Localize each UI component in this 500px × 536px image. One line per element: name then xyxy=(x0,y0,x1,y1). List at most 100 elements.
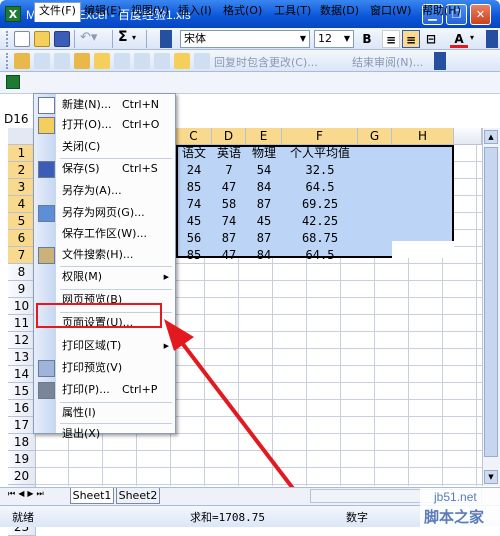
autosum-button[interactable]: Σ xyxy=(118,29,142,47)
sheet-nav-icon[interactable]: ⏮◀▶⏭ xyxy=(8,489,47,499)
column-header-e[interactable]: E xyxy=(246,128,282,145)
row-header-17[interactable]: 17 xyxy=(8,417,36,434)
chevron-down-icon[interactable]: ▼ xyxy=(297,31,309,47)
font-size-combo[interactable]: 12 ▼ xyxy=(314,30,354,48)
cell-d5[interactable]: 74 xyxy=(212,213,246,230)
cell-e4[interactable]: 87 xyxy=(246,196,282,213)
workbook-icon[interactable] xyxy=(6,75,20,89)
file-menu-item-2[interactable]: 打开(O)... Ctrl+O xyxy=(34,115,175,135)
cell-f6[interactable]: 68.75 xyxy=(282,230,358,247)
row-header-20[interactable]: 20 xyxy=(8,468,36,485)
menu-window[interactable]: 窗口(W) xyxy=(366,3,415,19)
column-header-g[interactable]: G xyxy=(358,128,392,145)
cell-d6[interactable]: 87 xyxy=(212,230,246,247)
column-header-f[interactable]: F xyxy=(282,128,358,145)
menu-data[interactable]: 数据(D) xyxy=(316,3,363,19)
menu-format[interactable]: 格式(O) xyxy=(219,3,266,19)
review-icon[interactable] xyxy=(114,53,130,69)
cell-c2[interactable]: 24 xyxy=(176,162,212,179)
chevron-down-icon[interactable]: ▼ xyxy=(341,31,353,47)
header-cell-chinese[interactable]: 语文 xyxy=(176,145,212,162)
cell-c5[interactable]: 45 xyxy=(176,213,212,230)
close-button[interactable]: ✕ xyxy=(470,4,491,25)
sheet-tab-2[interactable]: Sheet2 xyxy=(116,488,160,504)
align-center-icon[interactable]: ≡ xyxy=(402,30,420,48)
file-menu-item-7[interactable]: 保存工作区(W)... xyxy=(34,224,175,244)
cell-d3[interactable]: 47 xyxy=(212,179,246,196)
review-icon[interactable] xyxy=(154,53,170,69)
header-cell-average[interactable]: 个人平均值 xyxy=(282,145,358,162)
row-header-3[interactable]: 3 xyxy=(8,179,36,196)
end-review-button[interactable]: 结束审阅(N)... xyxy=(352,54,423,70)
row-header-18[interactable]: 18 xyxy=(8,434,36,451)
font-color-icon[interactable]: A xyxy=(450,30,468,48)
autosum-dropdown-icon[interactable]: ▾ xyxy=(132,33,136,42)
row-header-4[interactable]: 4 xyxy=(8,196,36,213)
row-header-8[interactable]: 8 xyxy=(8,264,36,281)
cell-f4[interactable]: 69.25 xyxy=(282,196,358,213)
toolbar-options-icon[interactable] xyxy=(434,52,446,70)
row-header-5[interactable]: 5 xyxy=(8,213,36,230)
row-header-16[interactable]: 16 xyxy=(8,400,36,417)
cell-d2[interactable]: 7 xyxy=(212,162,246,179)
file-menu-item-5[interactable]: 另存为(A)... xyxy=(34,181,175,201)
review-icon[interactable] xyxy=(94,53,110,69)
file-menu-item-3[interactable]: 关闭(C) xyxy=(34,137,175,157)
font-name-combo[interactable]: 宋体 ▼ xyxy=(180,30,310,48)
cell-e3[interactable]: 84 xyxy=(246,179,282,196)
menu-help[interactable]: 帮助(H) xyxy=(418,3,465,19)
file-menu-item-9[interactable]: 权限(M) ▶ xyxy=(34,267,175,287)
save-icon[interactable] xyxy=(54,31,70,47)
align-left-icon[interactable]: ≡ xyxy=(382,30,400,48)
sheet-tab-1[interactable]: Sheet1 xyxy=(70,488,114,504)
cell-f7[interactable]: 64.5 xyxy=(282,247,358,264)
undo-icon[interactable]: ↶▾ xyxy=(80,30,108,48)
cell-f5[interactable]: 42.25 xyxy=(282,213,358,230)
cell-e7[interactable]: 84 xyxy=(246,247,282,264)
review-icon[interactable] xyxy=(34,53,50,69)
bold-button[interactable]: B xyxy=(358,30,376,48)
row-header-14[interactable]: 14 xyxy=(8,366,36,383)
review-icon[interactable] xyxy=(174,53,190,69)
file-menu-item-6[interactable]: 另存为网页(G)... xyxy=(34,203,175,223)
row-header-9[interactable]: 9 xyxy=(8,281,36,298)
cell-c6[interactable]: 56 xyxy=(176,230,212,247)
file-menu-item-1[interactable]: 新建(N)... Ctrl+N xyxy=(34,95,175,115)
menu-edit[interactable]: 编辑(E) xyxy=(80,3,126,19)
menu-tools[interactable]: 工具(T) xyxy=(270,3,315,19)
review-icon[interactable] xyxy=(14,53,30,69)
scroll-thumb[interactable] xyxy=(484,147,498,457)
row-header-12[interactable]: 12 xyxy=(8,332,36,349)
scroll-down-icon[interactable]: ▼ xyxy=(484,470,498,484)
cell-c7[interactable]: 85 xyxy=(176,247,212,264)
cell-e2[interactable]: 54 xyxy=(246,162,282,179)
toolbar-grip[interactable] xyxy=(6,31,9,47)
row-header-11[interactable]: 11 xyxy=(8,315,36,332)
review-icon[interactable] xyxy=(74,53,90,69)
row-header-15[interactable]: 15 xyxy=(8,383,36,400)
cell-f3[interactable]: 64.5 xyxy=(282,179,358,196)
excel-app-icon[interactable]: X xyxy=(5,6,21,22)
row-header-6[interactable]: 6 xyxy=(8,230,36,247)
reply-with-changes-button[interactable]: 回复时包含更改(C)... xyxy=(214,54,318,70)
name-box[interactable]: D16 xyxy=(4,112,34,128)
cell-e6[interactable]: 87 xyxy=(246,230,282,247)
cell-e5[interactable]: 45 xyxy=(246,213,282,230)
row-header-1[interactable]: 1 xyxy=(8,145,36,162)
row-header-2[interactable]: 2 xyxy=(8,162,36,179)
cell-c4[interactable]: 74 xyxy=(176,196,212,213)
header-cell-english[interactable]: 英语 xyxy=(212,145,246,162)
row-header-7[interactable]: 7 xyxy=(8,247,36,264)
cell-f2[interactable]: 32.5 xyxy=(282,162,358,179)
column-header-d[interactable]: D xyxy=(212,128,246,145)
cell-h7[interactable] xyxy=(392,241,454,258)
review-icon[interactable] xyxy=(54,53,70,69)
menu-insert[interactable]: 插入(I) xyxy=(174,3,216,19)
row-header-13[interactable]: 13 xyxy=(8,349,36,366)
header-cell-physics[interactable]: 物理 xyxy=(246,145,282,162)
toolbar-options-icon[interactable] xyxy=(486,30,498,48)
menu-view[interactable]: 视图(V) xyxy=(127,3,173,19)
menu-file[interactable]: 文件(F) xyxy=(34,2,81,22)
cell-c3[interactable]: 85 xyxy=(176,179,212,196)
open-folder-icon[interactable] xyxy=(34,31,50,47)
